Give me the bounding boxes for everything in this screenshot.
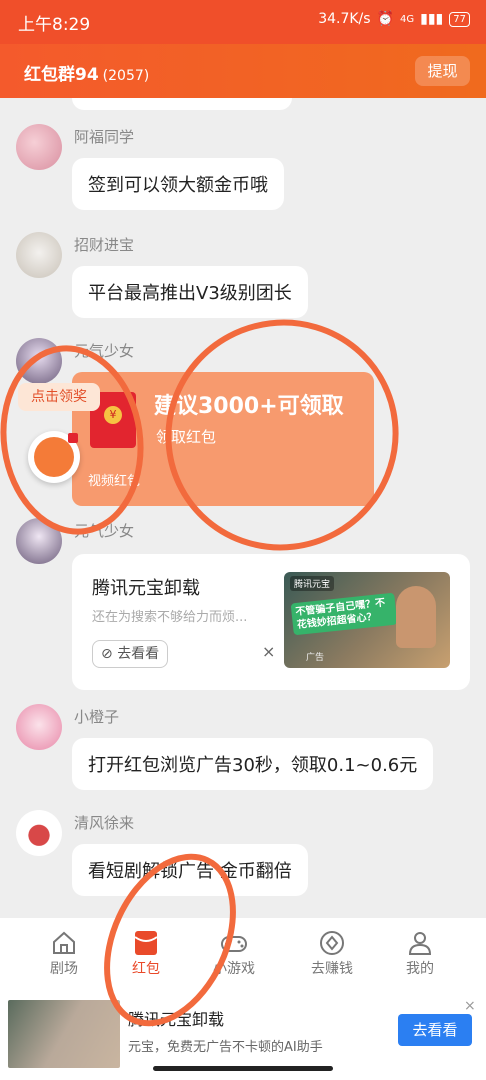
link-icon: ⊘: [101, 646, 113, 662]
tab-red-packet[interactable]: 红包: [106, 928, 186, 978]
app-header: 红包群94 (2057) 提现: [0, 44, 486, 98]
battery-icon: 77: [449, 11, 470, 27]
avatar[interactable]: [16, 704, 62, 750]
alarm-icon: ⏰: [376, 11, 395, 27]
red-packet-title: 建议3000+可领取: [154, 394, 344, 419]
red-packet-footer: 视频红包: [88, 474, 141, 489]
thumb-badge: 腾讯元宝: [290, 576, 335, 591]
ad-card-button-label: 去看看: [117, 646, 160, 662]
status-time: 上午8:29: [18, 15, 91, 35]
red-packet-subtitle: 领取红包: [156, 428, 217, 446]
sender-name: 元气少女: [74, 342, 135, 360]
banner-ad-desc: 元宝，免费无广告不卡顿的AI助手: [128, 1040, 323, 1055]
sender-name: 元气少女: [74, 522, 135, 540]
status-bar: 上午8:29 34.7K/s ⏰ 4G ▮▮▮ 77: [0, 0, 486, 44]
avatar[interactable]: [16, 232, 62, 278]
reward-timer-icon[interactable]: [28, 431, 80, 483]
tab-label: 去赚钱: [311, 961, 353, 977]
ad-card-subtitle: 还在为搜索不够给力而烦...: [92, 610, 248, 625]
tab-label: 红包: [132, 961, 160, 977]
thumb-person: [396, 586, 436, 648]
message-bubble-partial: [72, 98, 292, 110]
message-bubble: 打开红包浏览广告30秒，领取0.1~0.6元: [72, 738, 434, 790]
banner-ad-image[interactable]: [8, 1000, 120, 1068]
avatar[interactable]: [16, 810, 62, 856]
tab-earn[interactable]: 去赚钱: [292, 928, 372, 978]
message-bubble: 签到可以领大额金币哦: [72, 158, 284, 210]
ad-thumbnail[interactable]: 腾讯元宝 不管骗子自己嘿？不花钱妙招超省心？ 广告: [284, 572, 450, 668]
message-bubble: 平台最高推出V3级别团长: [72, 266, 308, 318]
house-icon: [24, 928, 104, 958]
ad-card-title: 腾讯元宝卸载: [92, 578, 200, 599]
group-name: 红包群94: [24, 65, 99, 85]
member-count: (2057): [102, 68, 150, 84]
thumb-ad-label: 广告: [306, 653, 325, 663]
status-icons: 34.7K/s ⏰ 4G ▮▮▮ 77: [318, 11, 470, 27]
tab-profile[interactable]: 我的: [380, 928, 460, 978]
gamepad-icon: [194, 928, 274, 958]
ad-card[interactable]: 腾讯元宝卸载 还在为搜索不够给力而烦... ⊘ 去看看 × 腾讯元宝 不管骗子自…: [72, 554, 470, 690]
home-indicator[interactable]: [153, 1066, 333, 1071]
avatar[interactable]: [16, 124, 62, 170]
withdraw-button[interactable]: 提现: [415, 56, 470, 86]
ad-card-button[interactable]: ⊘ 去看看: [92, 640, 169, 668]
tab-label: 小游戏: [213, 961, 255, 977]
close-icon[interactable]: ×: [464, 998, 476, 1014]
avatar[interactable]: [16, 338, 62, 384]
coin-icon: [292, 928, 372, 958]
message-bubble: 看短剧解锁广告 金币翻倍: [72, 844, 308, 896]
chat-list[interactable]: 阿福同学 签到可以领大额金币哦 招财进宝 平台最高推出V3级别团长 元气少女 ¥…: [0, 98, 486, 918]
sender-name: 招财进宝: [74, 236, 135, 254]
bottom-tab-bar: 剧场 红包 小游戏 去赚钱 我的: [0, 918, 486, 994]
thumb-caption: 不管骗子自己嘿？不花钱妙招超省心？: [290, 592, 398, 636]
claim-reward-label[interactable]: 点击领奖: [18, 383, 100, 411]
group-title: 红包群94 (2057): [24, 60, 149, 85]
sender-name: 小橙子: [74, 708, 120, 726]
person-icon: [380, 928, 460, 958]
avatar[interactable]: [16, 518, 62, 564]
sender-name: 清风徐来: [74, 814, 135, 832]
tab-label: 剧场: [50, 961, 78, 977]
tab-label: 我的: [406, 961, 434, 977]
banner-ad-button[interactable]: 去看看: [398, 1014, 472, 1046]
network-speed: 34.7K/s: [318, 11, 371, 27]
close-icon[interactable]: ×: [262, 642, 275, 661]
sender-name: 阿福同学: [74, 128, 135, 146]
network-type: 4G: [400, 13, 415, 25]
banner-ad-title: 腾讯元宝卸载: [128, 1010, 225, 1029]
red-packet-card[interactable]: ¥ 建议3000+可领取 领取红包 视频红包: [72, 372, 374, 506]
red-envelope-icon: [106, 928, 186, 958]
tab-mini-games[interactable]: 小游戏: [194, 928, 274, 978]
tab-theater[interactable]: 剧场: [24, 928, 104, 978]
signal-icon: ▮▮▮: [420, 11, 444, 27]
